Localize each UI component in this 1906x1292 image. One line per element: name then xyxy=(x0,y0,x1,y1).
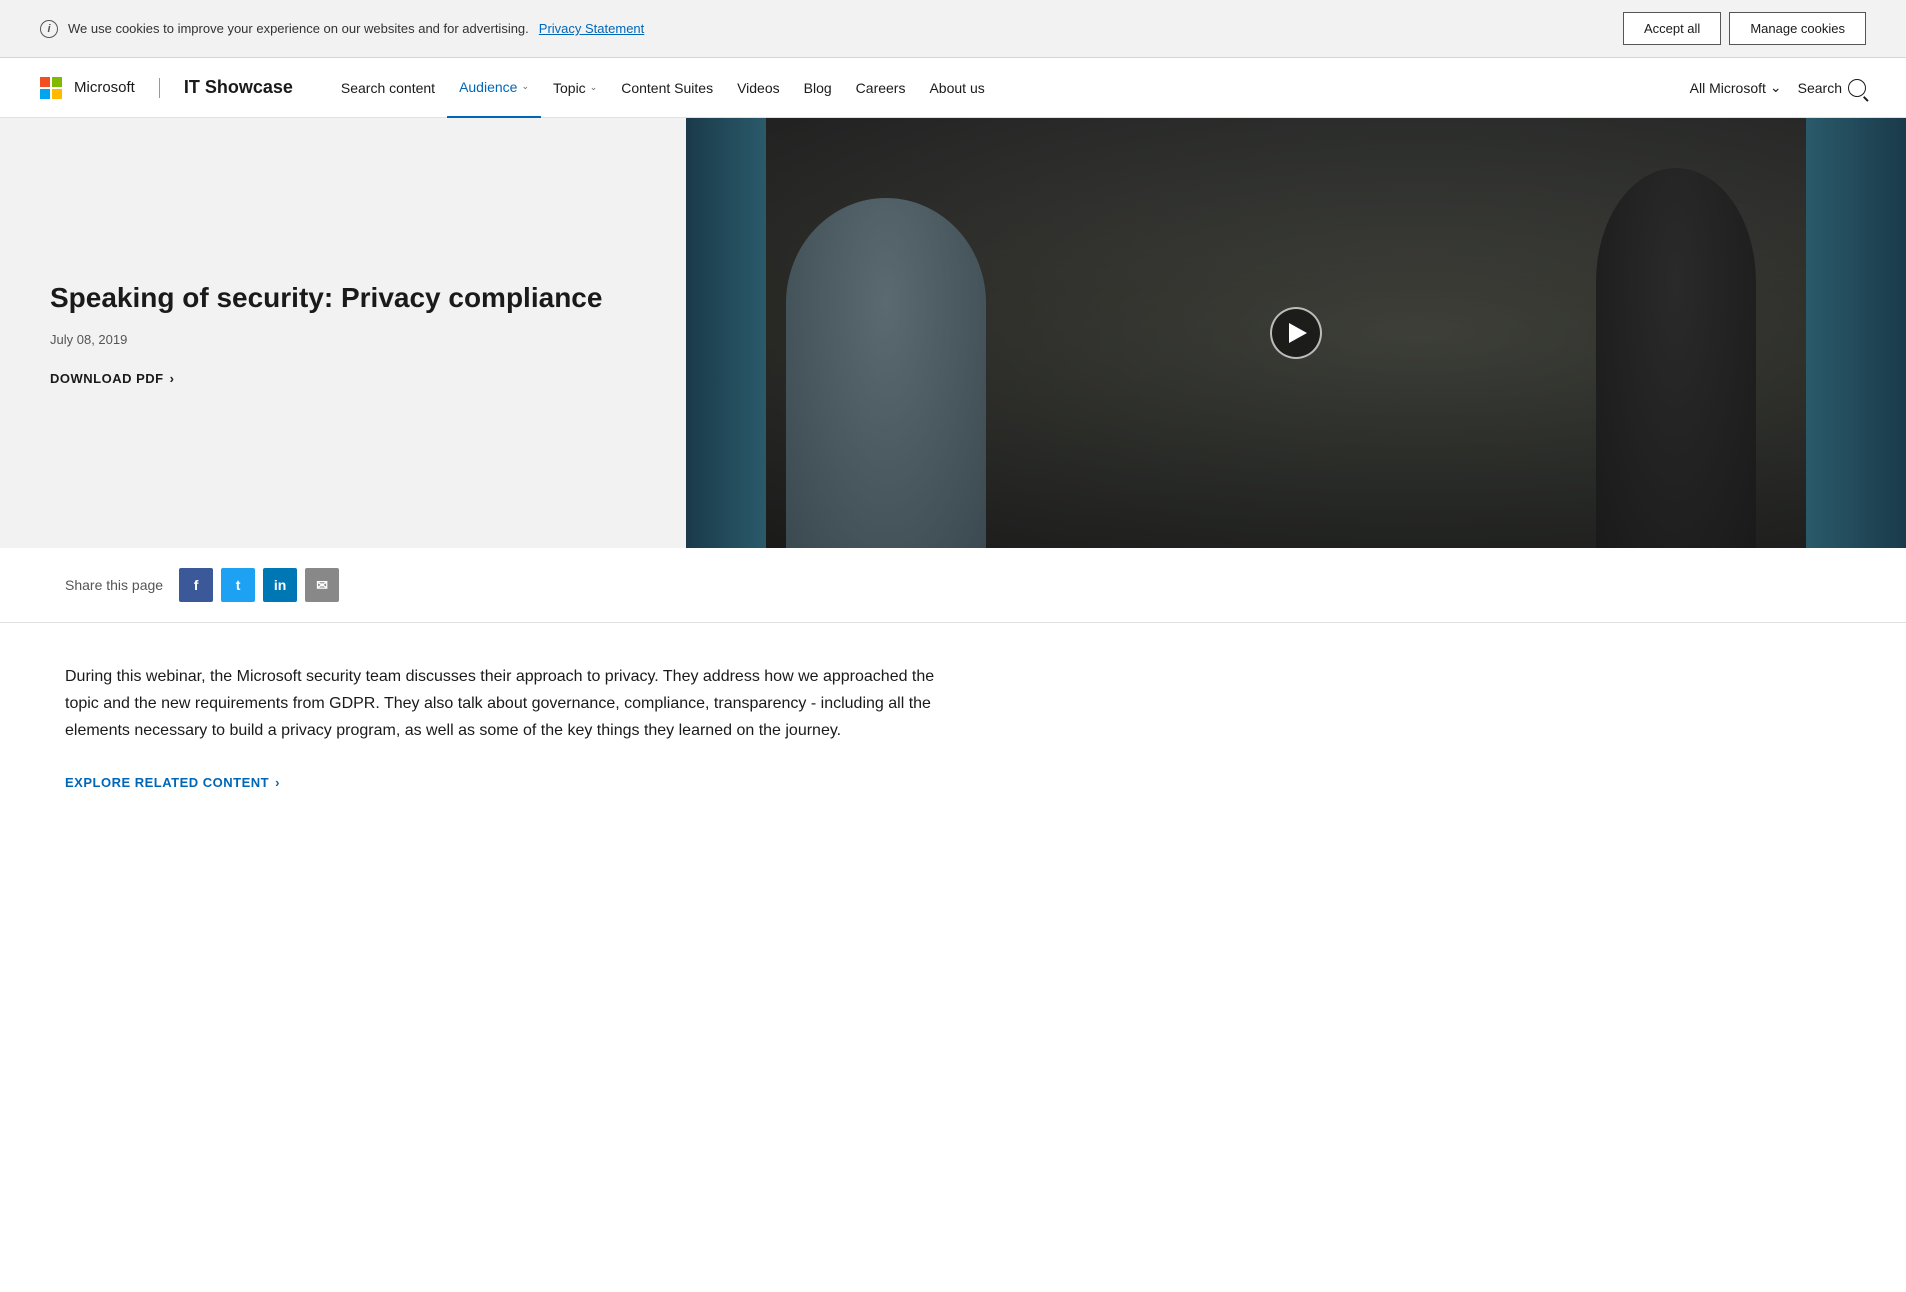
play-triangle-icon xyxy=(1289,323,1307,343)
hero-title: Speaking of security: Privacy compliance xyxy=(50,280,636,316)
all-microsoft-button[interactable]: All Microsoft ⌄ xyxy=(1690,79,1782,96)
hero-section: Speaking of security: Privacy compliance… xyxy=(0,118,1906,548)
cookie-message: We use cookies to improve your experienc… xyxy=(68,21,529,36)
download-pdf-link[interactable]: DOWNLOAD PDF › xyxy=(50,371,636,386)
cookie-banner-left: i We use cookies to improve your experie… xyxy=(40,20,644,38)
audience-chevron: ⌄ xyxy=(521,81,529,92)
manage-cookies-button[interactable]: Manage cookies xyxy=(1729,12,1866,45)
curtain-right xyxy=(1806,118,1906,548)
nav-audience[interactable]: Audience ⌄ xyxy=(447,58,541,118)
twitter-share-button[interactable]: t xyxy=(221,568,255,602)
person-right-silhouette xyxy=(1596,168,1756,548)
nav-divider xyxy=(159,78,160,98)
explore-chevron: › xyxy=(275,775,280,790)
share-section: Share this page f t in ✉ xyxy=(0,548,1906,623)
cookie-banner-buttons: Accept all Manage cookies xyxy=(1623,12,1866,45)
person-left-silhouette xyxy=(786,198,986,548)
topic-chevron: ⌄ xyxy=(590,82,598,93)
play-button[interactable] xyxy=(1270,307,1322,359)
content-description: During this webinar, the Microsoft secur… xyxy=(65,663,935,745)
nav-careers[interactable]: Careers xyxy=(844,58,918,118)
privacy-statement-link[interactable]: Privacy Statement xyxy=(539,21,645,36)
navigation: Microsoft IT Showcase Search content Aud… xyxy=(0,58,1906,118)
site-name[interactable]: IT Showcase xyxy=(184,77,293,98)
nav-videos[interactable]: Videos xyxy=(725,58,792,118)
search-button[interactable]: Search xyxy=(1798,79,1866,97)
nav-search-content[interactable]: Search content xyxy=(329,58,447,118)
nav-links: Search content Audience ⌄ Topic ⌄ Conten… xyxy=(329,58,1690,118)
share-icons: f t in ✉ xyxy=(179,568,339,602)
facebook-share-button[interactable]: f xyxy=(179,568,213,602)
share-label: Share this page xyxy=(65,577,163,593)
hero-date: July 08, 2019 xyxy=(50,332,636,347)
hero-video[interactable] xyxy=(686,118,1906,548)
all-ms-chevron: ⌄ xyxy=(1770,79,1782,96)
email-share-button[interactable]: ✉ xyxy=(305,568,339,602)
download-chevron: › xyxy=(170,371,175,386)
nav-about-us[interactable]: About us xyxy=(917,58,996,118)
accept-all-button[interactable]: Accept all xyxy=(1623,12,1721,45)
logo-area: Microsoft IT Showcase xyxy=(40,77,313,99)
video-scene xyxy=(686,118,1906,548)
nav-right: All Microsoft ⌄ Search xyxy=(1690,79,1866,97)
nav-blog[interactable]: Blog xyxy=(792,58,844,118)
microsoft-logo[interactable] xyxy=(40,77,62,99)
nav-topic[interactable]: Topic ⌄ xyxy=(541,58,609,118)
brand-name: Microsoft xyxy=(74,79,135,96)
search-icon xyxy=(1848,79,1866,97)
cookie-banner: i We use cookies to improve your experie… xyxy=(0,0,1906,58)
content-section: During this webinar, the Microsoft secur… xyxy=(0,623,1000,840)
hero-info: Speaking of security: Privacy compliance… xyxy=(0,118,686,548)
info-icon: i xyxy=(40,20,58,38)
nav-content-suites[interactable]: Content Suites xyxy=(609,58,725,118)
curtain-left xyxy=(686,118,766,548)
explore-related-content-link[interactable]: EXPLORE RELATED CONTENT › xyxy=(65,775,935,790)
linkedin-share-button[interactable]: in xyxy=(263,568,297,602)
